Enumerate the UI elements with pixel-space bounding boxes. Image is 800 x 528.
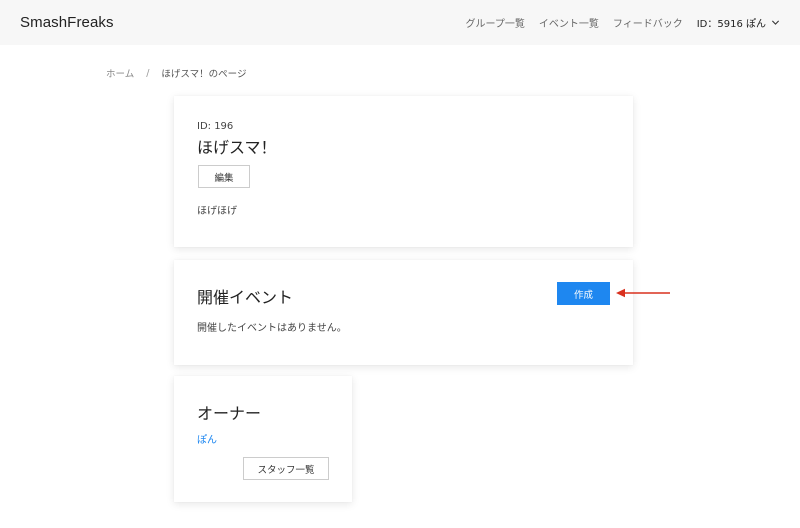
nav-links: グループ一覧 イベント一覧 フィードバック ID：5916 ぽん — [452, 15, 781, 30]
group-card: ID: 196 ほげスマ！ 編集 ほげほげ — [174, 96, 633, 247]
breadcrumb-home[interactable]: ホーム — [106, 66, 134, 80]
brand-logo[interactable]: SmashFreaks — [20, 14, 114, 31]
breadcrumb-separator: / — [146, 67, 150, 79]
owner-title: オーナー — [197, 404, 262, 423]
user-menu-label: ID：5916 ぽん — [696, 19, 766, 30]
owner-card: オーナー ぽん スタッフ一覧 — [174, 376, 352, 502]
group-description: ほげほげ — [197, 206, 237, 217]
nav-link-groups[interactable]: グループ一覧 — [466, 15, 525, 30]
events-title: 開催イベント — [197, 288, 294, 307]
events-card: 開催イベント 作成 開催したイベントはありません。 — [174, 260, 633, 365]
create-event-button[interactable]: 作成 — [557, 282, 610, 305]
nav-link-events[interactable]: イベント一覧 — [539, 15, 599, 30]
chevron-down-icon — [771, 20, 780, 25]
user-menu[interactable]: ID：5916 ぽん — [697, 15, 780, 30]
staff-list-button[interactable]: スタッフ一覧 — [243, 457, 329, 480]
edit-button[interactable]: 編集 — [198, 165, 250, 188]
group-name: ほげスマ！ — [197, 138, 277, 157]
navbar: SmashFreaks グループ一覧 イベント一覧 フィードバック ID：591… — [0, 0, 800, 45]
arrow-left-icon — [616, 288, 670, 298]
events-empty-message: 開催したイベントはありません。 — [197, 323, 347, 334]
breadcrumb-current: ほげスマ！のページ — [161, 69, 247, 80]
owner-name-link[interactable]: ぽん — [197, 431, 217, 446]
breadcrumb: ホーム / ほげスマ！のページ — [106, 66, 247, 81]
group-id: ID: 196 — [197, 121, 234, 132]
nav-link-feedback[interactable]: フィードバック — [613, 15, 683, 30]
